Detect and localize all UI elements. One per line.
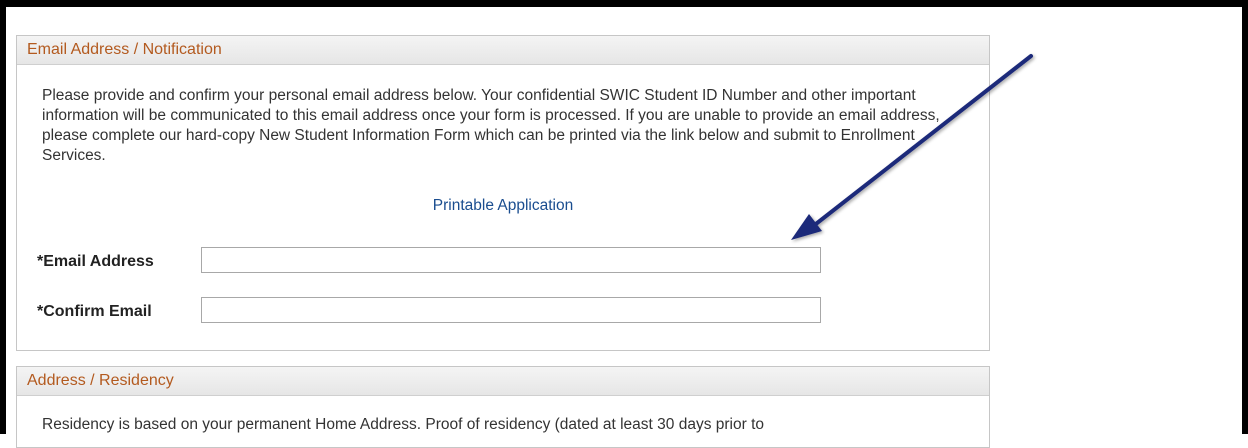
residency-section-header: Address / Residency	[17, 367, 989, 396]
confirm-email-label: *Confirm Email	[37, 303, 152, 320]
printable-application-link[interactable]: Printable Application	[17, 197, 989, 215]
confirm-email-input[interactable]	[201, 297, 821, 323]
window-frame-top	[0, 0, 1248, 7]
email-address-label: *Email Address	[37, 253, 154, 270]
address-residency-section: Address / Residency Residency is based o…	[16, 366, 990, 448]
window-frame-right	[1242, 0, 1248, 434]
residency-text: Residency is based on your permanent Hom…	[42, 416, 764, 433]
email-address-input[interactable]	[201, 247, 821, 273]
email-instructions-text: Please provide and confirm your personal…	[42, 87, 940, 164]
email-notification-section: Email Address / Notification Please prov…	[16, 35, 990, 351]
email-section-header: Email Address / Notification	[17, 36, 989, 65]
window-frame-left	[0, 0, 6, 434]
